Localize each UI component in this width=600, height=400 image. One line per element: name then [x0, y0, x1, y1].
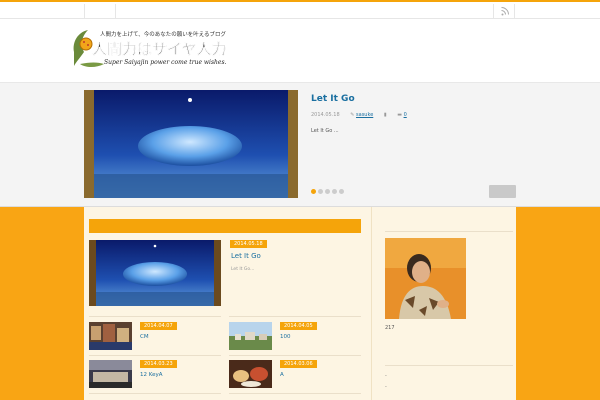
category-icon[interactable]: ▮	[384, 112, 387, 118]
featured-post-image[interactable]	[89, 240, 221, 306]
divider	[229, 393, 361, 394]
logo-title: 人間力はサイヤ人力	[92, 40, 227, 58]
featured-post-date: 2014.05.18	[230, 240, 267, 248]
slide-title[interactable]: Let It Go	[311, 94, 355, 104]
featured-slider: Let It Go 2014.05.18 ✎ sasuke ▮ ▬ 0 Let …	[0, 82, 600, 207]
logo-tagline: 人間力を上げて、今のあなたの願いを叶えるブログ	[100, 30, 227, 38]
slide-image[interactable]	[84, 90, 298, 198]
logo-graphic: 人間力を上げて、今のあなたの願いを叶えるブログ 人間力はサイヤ人力 Super …	[73, 30, 227, 67]
divider	[89, 355, 221, 356]
slide-author-link[interactable]: sasuke	[356, 112, 373, 118]
post-date: 2014.03.06	[280, 360, 317, 368]
list-item[interactable]: 2014.04.05 100	[229, 322, 362, 350]
slider-dot[interactable]	[332, 189, 337, 194]
post-date: 2014.03.23	[140, 360, 177, 368]
featured-post-title[interactable]: Let It Go	[231, 252, 261, 260]
list-item[interactable]: 2014.04.07 CM	[89, 322, 222, 350]
profile-count: 217	[385, 325, 395, 331]
slide-more-button[interactable]	[489, 185, 516, 198]
rss-icon	[501, 7, 509, 16]
slider-dot[interactable]	[325, 189, 330, 194]
top-bar	[0, 2, 600, 19]
post-date: 2014.04.07	[140, 322, 177, 330]
post-title[interactable]: A	[280, 372, 284, 378]
sidebar-item[interactable]: -	[385, 373, 387, 379]
divider	[229, 316, 361, 317]
post-thumbnail[interactable]	[89, 322, 132, 350]
list-item[interactable]: 2014.03.23 12 KeyA	[89, 360, 222, 388]
slider-dot[interactable]	[311, 189, 316, 194]
rss-link[interactable]	[493, 4, 515, 18]
comment-icon: ▬	[397, 112, 402, 118]
slide-comments-link[interactable]: 0	[404, 112, 407, 118]
sidebar-item[interactable]: -	[385, 384, 387, 390]
slider-dots	[311, 189, 346, 196]
slide-author-wrap: ✎ sasuke	[350, 112, 375, 118]
sidebar: 217 - -	[371, 207, 516, 400]
list-item[interactable]: 2014.03.06 A	[229, 360, 362, 388]
divider	[89, 316, 221, 317]
slide-excerpt: Let It Go ...	[311, 128, 339, 134]
home-link[interactable]	[84, 4, 116, 18]
category-header-bar	[89, 219, 361, 233]
post-title[interactable]: 100	[280, 334, 291, 340]
post-title[interactable]: 12 KeyA	[140, 372, 162, 378]
post-thumbnail[interactable]	[229, 360, 272, 388]
profile-photo[interactable]	[385, 238, 466, 319]
pencil-icon: ✎	[350, 112, 355, 118]
divider	[89, 393, 221, 394]
site-header: 人間力を上げて、今のあなたの願いを叶えるブログ 人間力はサイヤ人力 Super …	[0, 20, 600, 82]
logo-subtitle: Super Saiyajin power come true wishes.	[104, 59, 227, 66]
slide-meta: 2014.05.18 ✎ sasuke ▮ ▬ 0	[311, 112, 407, 118]
slider-dot[interactable]	[318, 189, 323, 194]
divider	[385, 231, 513, 232]
site-logo[interactable]: 人間力を上げて、今のあなたの願いを叶えるブログ 人間力はサイヤ人力 Super …	[70, 22, 260, 72]
divider	[229, 355, 361, 356]
post-thumbnail[interactable]	[229, 322, 272, 350]
featured-post-excerpt: Let It Go...	[231, 267, 255, 272]
main-content: 2014.05.18 Let It Go Let It Go... 2014.0…	[84, 207, 371, 400]
slide-date: 2014.05.18	[311, 112, 340, 118]
post-thumbnail[interactable]	[89, 360, 132, 388]
divider	[385, 365, 513, 366]
post-title[interactable]: CM	[140, 334, 149, 340]
slider-dot[interactable]	[339, 189, 344, 194]
post-date: 2014.04.05	[280, 322, 317, 330]
home-link-label	[92, 8, 94, 14]
